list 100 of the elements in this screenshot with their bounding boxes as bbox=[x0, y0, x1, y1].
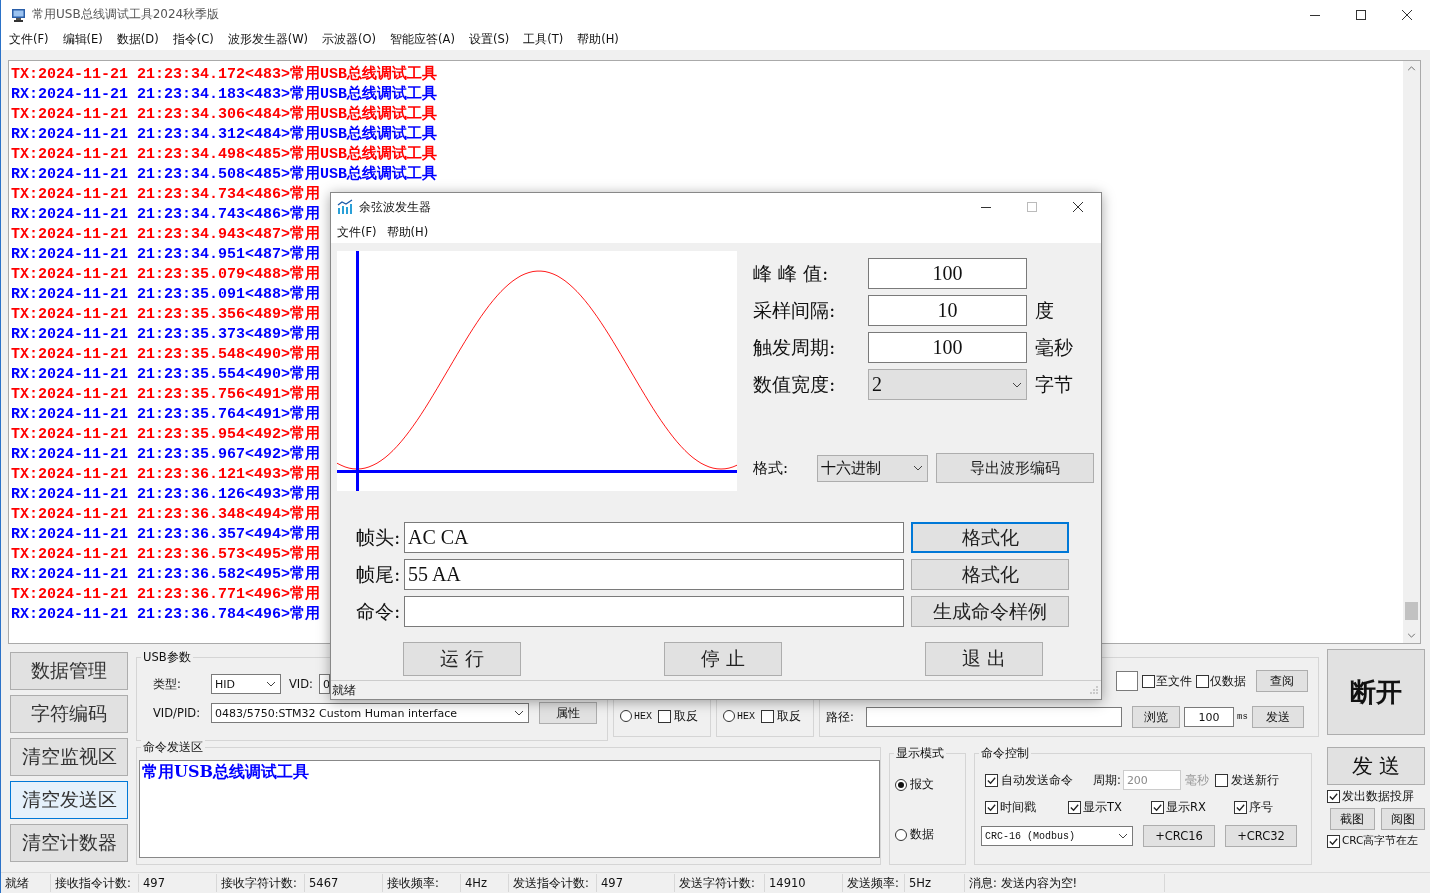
checkbox[interactable] bbox=[1151, 801, 1164, 815]
checkbox[interactable] bbox=[658, 709, 671, 723]
send-button[interactable]: 发 送 bbox=[1327, 747, 1425, 786]
param-field[interactable]: 10 bbox=[868, 295, 1027, 326]
crc-select[interactable]: CRC-16 (Modbus) bbox=[981, 826, 1133, 847]
unit-label: 度 bbox=[1035, 297, 1054, 323]
resize-grip-icon[interactable] bbox=[1089, 685, 1099, 695]
action-button[interactable]: 停 止 bbox=[664, 642, 782, 676]
checkbox[interactable] bbox=[985, 801, 998, 815]
checkbox[interactable] bbox=[1327, 790, 1340, 804]
log-line: TX:2024-11-21 21:23:35.548<490>常用 bbox=[11, 344, 321, 365]
radio-label: HEX bbox=[737, 710, 755, 722]
frame-field[interactable]: 55 AA bbox=[404, 559, 904, 590]
checkbox[interactable] bbox=[1142, 674, 1155, 688]
menu-item[interactable]: 帮助(H) bbox=[382, 224, 435, 240]
log-line: TX:2024-11-21 21:23:36.348<494>常用 bbox=[11, 504, 321, 525]
disconnect-button[interactable]: 断开 bbox=[1327, 649, 1425, 736]
menu-item[interactable]: 指令(C) bbox=[165, 32, 221, 48]
browse-button[interactable]: 浏览 bbox=[1132, 706, 1180, 729]
close-icon[interactable] bbox=[1073, 202, 1083, 212]
side-button[interactable]: 清空发送区 bbox=[10, 781, 128, 820]
frame-field[interactable]: AC CA bbox=[404, 522, 904, 553]
format-select[interactable]: 十六进制 bbox=[817, 454, 928, 482]
close-icon[interactable] bbox=[1402, 10, 1412, 20]
checkbox[interactable] bbox=[1327, 834, 1340, 848]
checkbox[interactable] bbox=[985, 773, 998, 787]
chart-icon bbox=[337, 199, 353, 215]
frame-button[interactable]: 格式化 bbox=[911, 522, 1069, 553]
menu-item[interactable]: 数据(D) bbox=[109, 32, 166, 48]
log-line: RX:2024-11-21 21:23:34.312<484>常用USB总线调试工具 bbox=[11, 124, 438, 145]
export-button[interactable]: 导出波形编码 bbox=[936, 453, 1094, 483]
crc-button[interactable]: +CRC16 bbox=[1143, 825, 1215, 848]
scrollbar[interactable] bbox=[1403, 60, 1420, 644]
menu-item[interactable]: 波形发生器(W) bbox=[220, 32, 316, 48]
checkbox[interactable] bbox=[761, 709, 774, 723]
radio-button[interactable] bbox=[620, 710, 632, 723]
radio-button[interactable] bbox=[895, 828, 907, 841]
menu-item[interactable]: 文件(F) bbox=[2, 32, 56, 48]
interval-field[interactable]: 100 bbox=[1184, 707, 1234, 728]
properties-button[interactable]: 属性 bbox=[539, 702, 597, 725]
field-label: VID/PID: bbox=[153, 706, 202, 721]
screenshot-button[interactable]: 截图 bbox=[1330, 808, 1375, 831]
crc-button[interactable]: +CRC32 bbox=[1225, 825, 1297, 848]
frame-label: 帧尾: bbox=[355, 561, 402, 587]
menu-item[interactable]: 编辑(E) bbox=[55, 32, 110, 48]
chevron-icon bbox=[514, 710, 524, 717]
send-button[interactable]: 发送 bbox=[1251, 706, 1304, 729]
scroll-thumb[interactable] bbox=[1405, 602, 1418, 621]
checkbox-label: 取反 bbox=[777, 708, 801, 724]
checkbox[interactable] bbox=[1196, 674, 1209, 688]
checkbox[interactable] bbox=[1214, 773, 1228, 787]
side-button[interactable]: 清空监视区 bbox=[10, 738, 128, 777]
action-button[interactable]: 退 出 bbox=[925, 642, 1043, 676]
action-button[interactable]: 运 行 bbox=[403, 642, 521, 676]
field-label: 格式: bbox=[753, 458, 790, 478]
menu-item[interactable]: 帮助(H) bbox=[570, 32, 626, 48]
checkbox-label: 显示TX bbox=[1083, 800, 1122, 816]
param-field[interactable]: 100 bbox=[868, 258, 1027, 289]
type-select[interactable]: HID bbox=[211, 674, 281, 695]
group-title: 命令发送区 bbox=[141, 740, 205, 756]
view-image-button[interactable]: 阅图 bbox=[1380, 808, 1425, 831]
status-label: 发送指令计数: bbox=[509, 874, 597, 892]
frame-button[interactable]: 格式化 bbox=[911, 559, 1069, 590]
group-title: USB参数 bbox=[141, 650, 193, 666]
log-line: RX:2024-11-21 21:23:34.508<485>常用USB总线调试工具 bbox=[11, 164, 438, 185]
param-select[interactable]: 2 bbox=[868, 369, 1027, 400]
radio-button[interactable] bbox=[723, 710, 735, 723]
menu-item[interactable]: 工具(T) bbox=[516, 32, 571, 48]
checkbox[interactable] bbox=[1068, 801, 1081, 815]
app-monitor-icon bbox=[11, 7, 27, 23]
param-label: 数值宽度: bbox=[753, 371, 837, 397]
vid-pid-select[interactable]: 0483/5750:STM32 Custom Human interface bbox=[211, 703, 529, 724]
chevron-icon bbox=[1012, 381, 1022, 388]
log-line: RX:2024-11-21 21:23:34.183<483>常用USB总线调试工具 bbox=[11, 84, 438, 105]
command-input[interactable]: 常用USB总线调试工具 bbox=[139, 760, 880, 859]
file-field[interactable] bbox=[1116, 671, 1138, 692]
param-field[interactable]: 100 bbox=[868, 332, 1027, 363]
log-line: TX:2024-11-21 21:23:35.356<489>常用 bbox=[11, 304, 321, 325]
radio-button[interactable] bbox=[895, 778, 907, 791]
menu-item[interactable]: 设置(S) bbox=[461, 32, 517, 48]
dialog-title: 余弦波发生器 bbox=[359, 199, 431, 215]
menu-item[interactable]: 示波器(O) bbox=[315, 32, 384, 48]
chevron-icon bbox=[913, 465, 923, 471]
frame-button[interactable]: 生成命令样例 bbox=[911, 596, 1069, 627]
group-title: 显示模式 bbox=[894, 746, 946, 762]
checkbox-label: 仅数据 bbox=[1210, 673, 1246, 689]
radio-label: 数据 bbox=[910, 826, 934, 844]
checkbox[interactable] bbox=[1234, 801, 1247, 815]
view-button[interactable]: 查阅 bbox=[1256, 670, 1308, 693]
maximize-icon[interactable] bbox=[1356, 10, 1366, 20]
log-line: RX:2024-11-21 21:23:34.743<486>常用 bbox=[11, 204, 321, 225]
side-button[interactable]: 数据管理 bbox=[10, 652, 128, 691]
menu-item[interactable]: 智能应答(A) bbox=[383, 32, 462, 48]
menu-item[interactable]: 文件(F) bbox=[333, 224, 383, 240]
path-field[interactable] bbox=[866, 707, 1122, 728]
side-button[interactable]: 字符编码 bbox=[10, 695, 128, 734]
param-label: 峰 峰 值: bbox=[753, 260, 830, 286]
field-label: 类型: bbox=[153, 676, 182, 692]
frame-field[interactable] bbox=[404, 596, 904, 627]
side-button[interactable]: 清空计数器 bbox=[10, 824, 128, 863]
